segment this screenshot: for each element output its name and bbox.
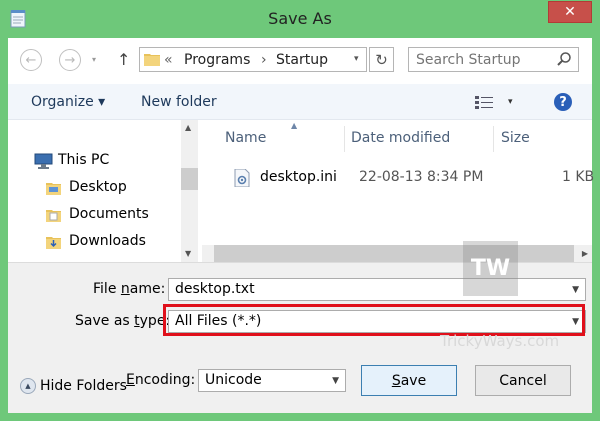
view-dropdown-icon[interactable]: ▾ xyxy=(508,97,513,107)
file-list-hscrollbar[interactable]: ▶ xyxy=(202,245,592,262)
file-date: 22-08-13 8:34 PM xyxy=(359,169,484,185)
scroll-down-icon[interactable]: ▼ xyxy=(185,249,191,258)
scroll-right-icon[interactable]: ▶ xyxy=(582,249,588,258)
hide-folders-label: Hide Folders xyxy=(40,378,127,394)
dialog-client: ← → ▾ ↑ « Programs › Startup ▾ ↻ Search … xyxy=(8,38,594,413)
breadcrumb-programs[interactable]: Programs xyxy=(184,52,250,68)
computer-icon xyxy=(34,153,53,169)
search-input[interactable] xyxy=(409,48,558,71)
title-bar: Save As ✕ xyxy=(0,0,600,38)
file-name: desktop.ini xyxy=(260,169,337,185)
folder-icon xyxy=(46,183,61,195)
file-list: ▲ Name Date modified Size desktop.ini 22… xyxy=(202,120,594,262)
encoding-value: Unicode xyxy=(205,372,262,388)
forward-button[interactable]: → xyxy=(59,49,81,71)
save-as-dialog: Save As ✕ ← → ▾ ↑ « Programs › Startup ▾… xyxy=(0,0,600,421)
breadcrumb-separator-icon: › xyxy=(261,52,267,68)
collapse-icon: ▲ xyxy=(20,378,36,394)
recent-locations-icon[interactable]: ▾ xyxy=(92,55,96,64)
nav-scrollbar[interactable]: ▲ ▼ xyxy=(181,120,198,262)
file-row[interactable]: desktop.ini 22-08-13 8:34 PM 1 KB xyxy=(224,169,594,189)
nav-item-label: Documents xyxy=(69,206,149,222)
address-bar[interactable]: « Programs › Startup ▾ xyxy=(139,47,367,72)
sort-ascending-icon: ▲ xyxy=(291,121,298,130)
encoding-select[interactable]: Unicode ▼ xyxy=(198,369,346,392)
folder-icon xyxy=(46,237,61,249)
up-folder-button[interactable]: ↑ xyxy=(117,50,130,69)
hscroll-thumb[interactable] xyxy=(214,245,574,262)
search-box[interactable] xyxy=(408,47,579,72)
file-name-label: File name: xyxy=(93,281,166,297)
column-header-date[interactable]: Date modified xyxy=(351,130,450,146)
cancel-button[interactable]: Cancel xyxy=(475,365,571,396)
chevron-down-icon[interactable]: ▼ xyxy=(572,285,579,295)
encoding-label: Encoding: xyxy=(126,372,196,388)
new-folder-button[interactable]: New folder xyxy=(141,94,217,110)
save-button[interactable]: Save xyxy=(361,365,457,396)
help-icon[interactable]: ? xyxy=(554,93,572,111)
chevron-down-icon[interactable]: ▼ xyxy=(332,376,339,386)
view-list-icon[interactable] xyxy=(475,96,493,109)
forward-arrow-icon: → xyxy=(64,52,76,68)
settings-file-icon xyxy=(234,169,250,187)
nav-item-label: This PC xyxy=(58,152,110,168)
refresh-button[interactable]: ↻ xyxy=(369,47,394,72)
file-size: 1 KB xyxy=(562,169,595,185)
search-icon xyxy=(557,52,571,66)
address-dropdown-icon[interactable]: ▾ xyxy=(354,54,359,64)
folder-icon xyxy=(46,210,61,222)
close-button[interactable]: ✕ xyxy=(548,1,592,23)
close-icon: ✕ xyxy=(564,4,576,20)
column-divider[interactable] xyxy=(344,126,345,152)
watermark-text: TrickyWays.com xyxy=(440,332,560,350)
back-arrow-icon: ← xyxy=(25,52,37,68)
folder-icon xyxy=(144,54,160,66)
scroll-up-icon[interactable]: ▲ xyxy=(185,123,191,132)
refresh-icon: ↻ xyxy=(375,50,388,69)
file-name-field[interactable]: desktop.txt ▼ xyxy=(168,278,586,301)
window-title: Save As xyxy=(268,9,332,28)
address-row: ← → ▾ ↑ « Programs › Startup ▾ ↻ xyxy=(8,38,592,84)
nav-item-label: Downloads xyxy=(69,233,146,249)
organize-menu[interactable]: Organize ▾ xyxy=(31,94,105,110)
watermark-logo: TW xyxy=(463,241,518,296)
back-button[interactable]: ← xyxy=(20,49,42,71)
column-header-name[interactable]: Name xyxy=(225,130,266,146)
column-header-size[interactable]: Size xyxy=(501,130,530,146)
save-as-type-label: Save as type: xyxy=(75,313,171,329)
navigation-pane: This PC Desktop Documents Downloads ▲ ▼ xyxy=(8,120,198,262)
breadcrumb-startup[interactable]: Startup xyxy=(276,52,328,68)
overflow-chevron-icon[interactable]: « xyxy=(164,52,173,68)
nav-item-label: Desktop xyxy=(69,179,127,195)
column-divider[interactable] xyxy=(493,126,494,152)
file-name-value[interactable]: desktop.txt xyxy=(175,281,255,297)
scroll-thumb[interactable] xyxy=(181,168,198,190)
toolbar: Organize ▾ New folder ▾ ? xyxy=(8,84,592,120)
